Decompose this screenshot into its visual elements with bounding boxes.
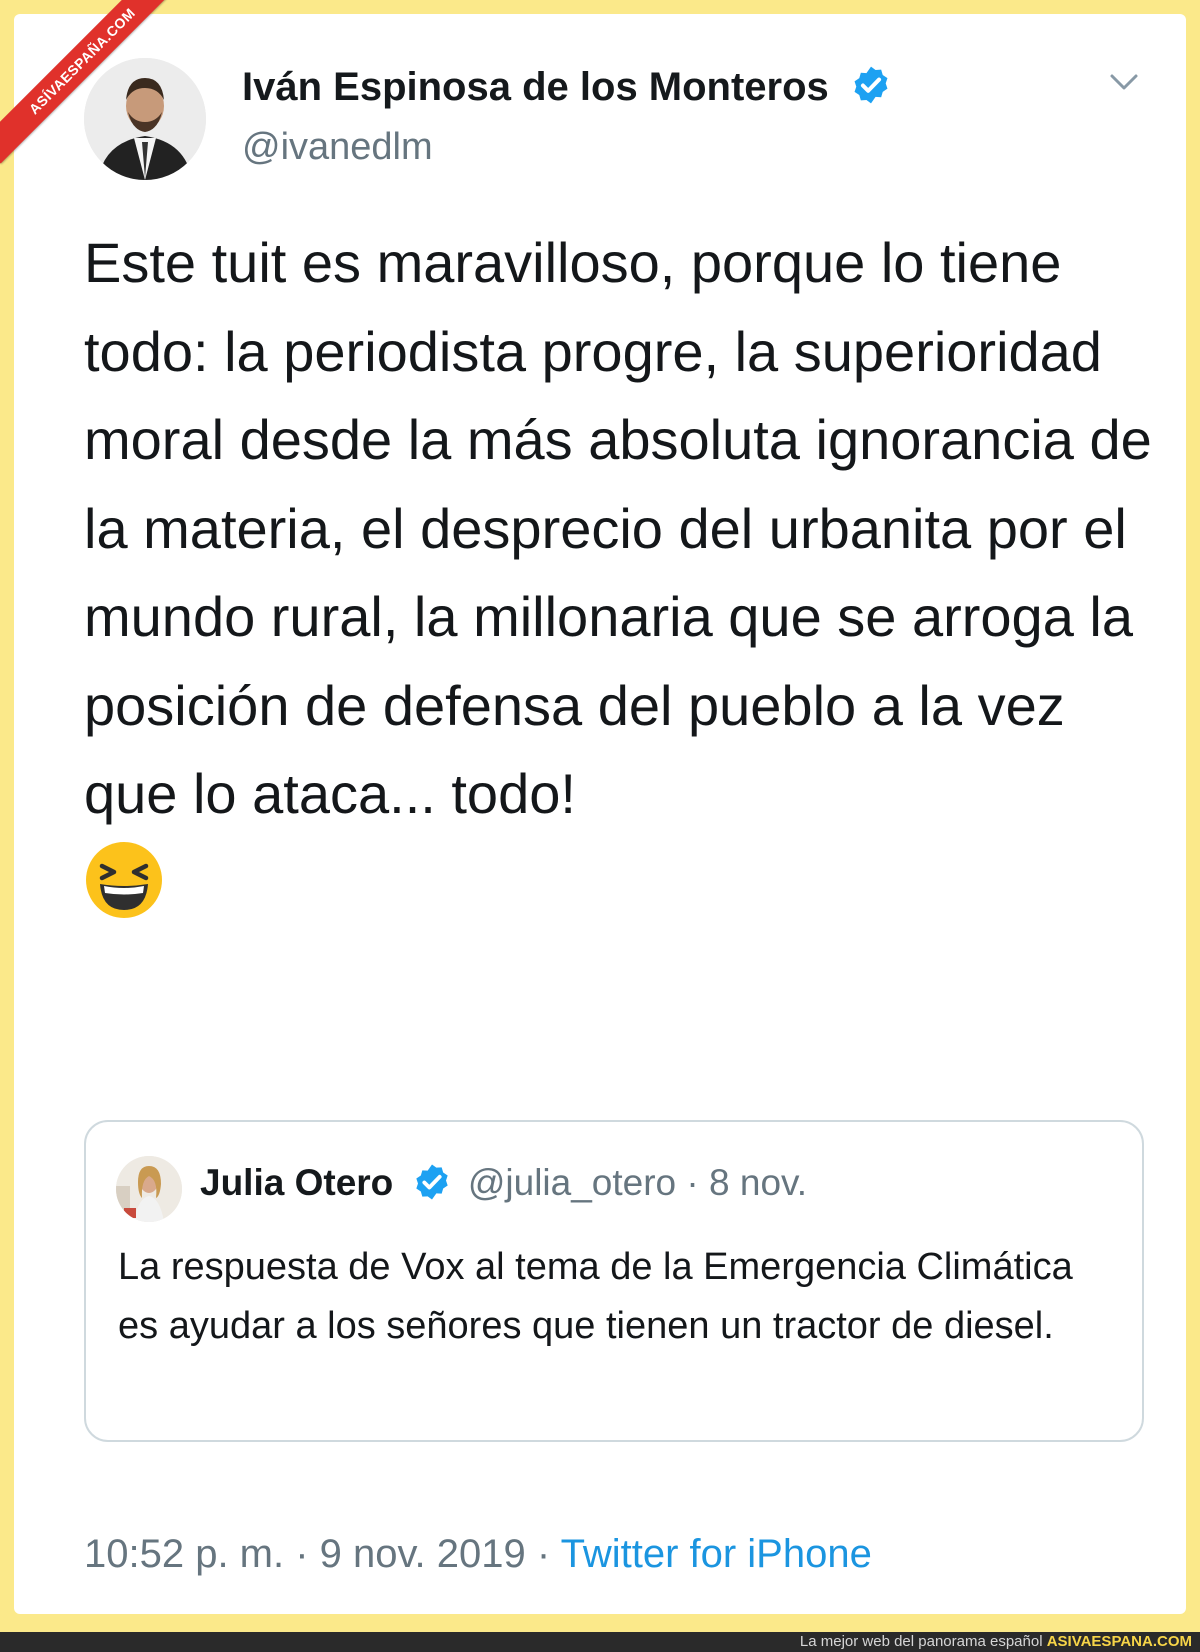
quoted-author-name[interactable]: Julia Otero (200, 1162, 393, 1203)
author-name[interactable]: Iván Espinosa de los Monteros (242, 65, 829, 109)
quoted-tweet[interactable]: Julia Otero @julia_otero · 8 nov. La res… (84, 1120, 1144, 1442)
author-name-row[interactable]: Iván Espinosa de los Monteros (242, 64, 892, 116)
author-handle[interactable]: @ivanedlm (242, 126, 433, 169)
chevron-down-icon[interactable] (1106, 68, 1142, 98)
verified-badge-icon (850, 64, 892, 116)
site-footer-text: La mejor web del panorama español ASIVAE… (800, 1633, 1192, 1650)
quoted-avatar[interactable] (116, 1156, 182, 1222)
tweet-meta: 10:52 p. m. · 9 nov. 2019 · Twitter for … (84, 1532, 872, 1577)
tweet-timestamp[interactable]: 10:52 p. m. · 9 nov. 2019 · (84, 1532, 561, 1576)
quoted-header: Julia Otero @julia_otero · 8 nov. (200, 1162, 807, 1211)
quoted-text: La respuesta de Vox al tema de la Emerge… (118, 1246, 1073, 1347)
site-tagline: La mejor web del panorama español (799, 1633, 1047, 1650)
tweet-source-link[interactable]: Twitter for iPhone (561, 1532, 872, 1576)
tweet-body: Este tuit es maravilloso, porque lo tien… (84, 219, 1154, 945)
tweet-text: Este tuit es maravilloso, porque lo tien… (84, 231, 1152, 825)
site-brand-link[interactable]: ASIVAESPANA.COM (1047, 1633, 1192, 1650)
site-footer-bar: La mejor web del panorama español ASIVAE… (0, 1632, 1200, 1652)
grinning-squinting-face-icon (84, 840, 164, 946)
quoted-handle-date[interactable]: @julia_otero · 8 nov. (468, 1162, 807, 1203)
tweet-card: Iván Espinosa de los Monteros @ivanedlm … (14, 14, 1186, 1614)
author-avatar[interactable] (84, 58, 206, 180)
verified-badge-icon (412, 1162, 452, 1211)
